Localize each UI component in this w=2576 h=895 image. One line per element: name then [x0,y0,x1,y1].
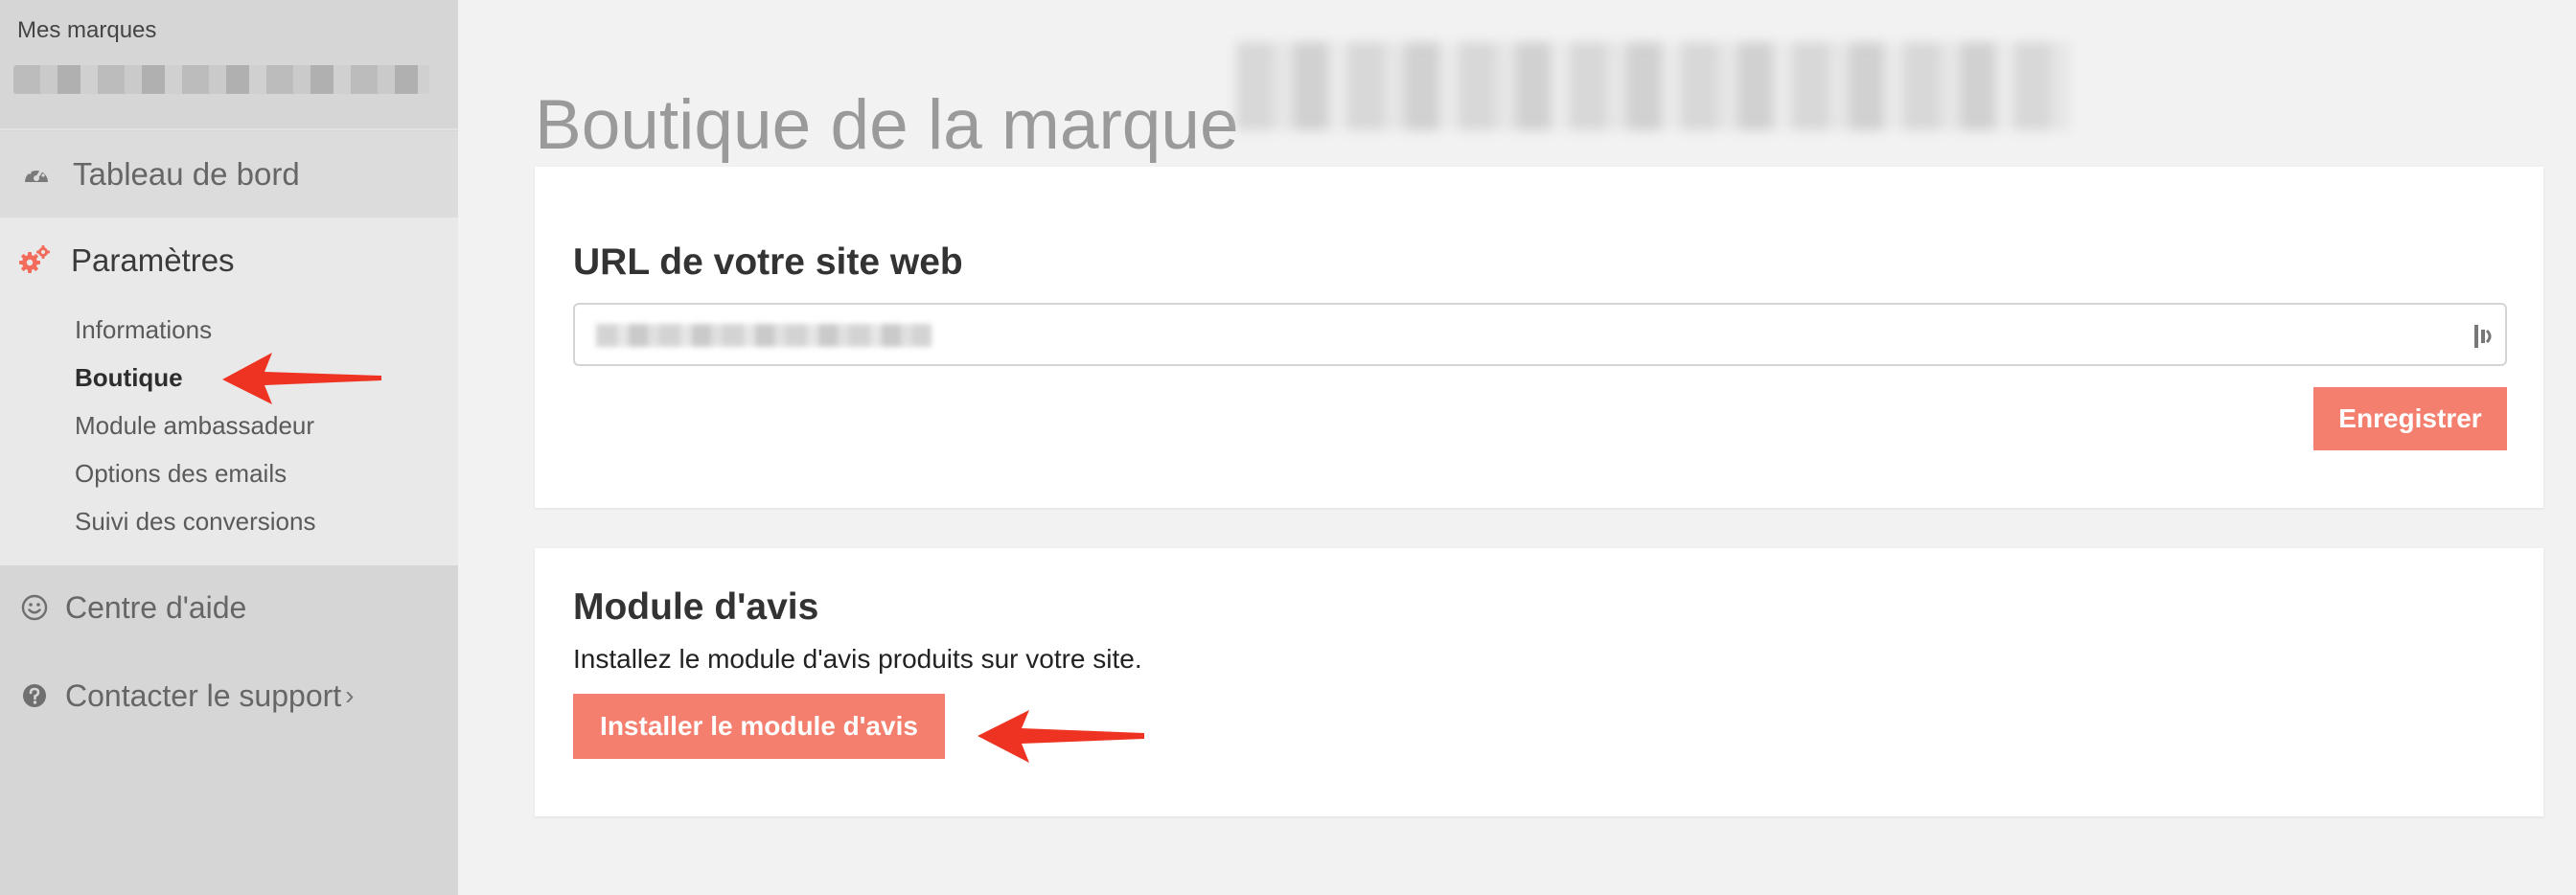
brand-name-redacted [13,65,429,94]
submenu-item-email-options[interactable]: Options des emails [75,459,287,489]
submenu-item-boutique[interactable]: Boutique [75,363,183,393]
settings-submenu: Informations Boutique Module ambassadeur… [0,304,458,565]
install-reviews-module-button[interactable]: Installer le module d'avis [573,694,945,759]
save-button[interactable]: Enregistrer [2313,387,2507,450]
sidebar-item-settings[interactable]: Paramètres [0,218,458,304]
submenu-item-ambassador-module[interactable]: Module ambassadeur [75,411,314,441]
page-title: Boutique de la marque [535,85,1239,164]
sidebar-item-label: Paramètres [71,242,235,278]
submenu-item-informations[interactable]: Informations [75,315,212,345]
reviews-module-description: Installez le module d'avis produits sur … [573,644,1142,674]
smiley-icon [17,590,52,625]
website-url-heading: URL de votre site web [573,241,963,283]
sidebar-lower-section: Centre d'aide Contacter le support › [0,565,458,895]
annotation-arrow-icon [222,353,381,404]
brand-switcher[interactable]: Mes marques [0,0,458,130]
website-url-input[interactable] [573,303,2507,366]
chevron-right-icon: › [345,680,355,710]
reviews-module-heading: Module d'avis [573,586,819,628]
submenu-item-conversion-tracking[interactable]: Suivi des conversions [75,507,315,537]
dashboard-icon [19,157,54,192]
sidebar-item-contact-support[interactable]: Contacter le support › [0,657,458,734]
website-url-value-redacted [596,324,932,347]
sidebar: Mes marques Tableau de bord Paramètres I… [0,0,458,895]
sidebar-item-label: Tableau de bord [73,156,300,192]
sidebar-item-label: Contacter le support [65,677,342,713]
settings-gears-icon [17,243,52,278]
sidebar-item-help-center[interactable]: Centre d'aide [0,569,458,646]
password-manager-icon[interactable] [2471,322,2496,351]
brand-name-title-redacted [1236,42,2070,130]
website-url-card: URL de votre site web Enregistrer [535,167,2543,508]
question-circle-icon [17,678,52,713]
sidebar-item-dashboard[interactable]: Tableau de bord [0,131,458,218]
sidebar-item-label: Centre d'aide [65,589,247,625]
brand-switcher-label: Mes marques [17,17,157,43]
annotation-arrow-icon [978,710,1144,763]
reviews-module-card: Module d'avis Installez le module d'avis… [535,548,2543,816]
